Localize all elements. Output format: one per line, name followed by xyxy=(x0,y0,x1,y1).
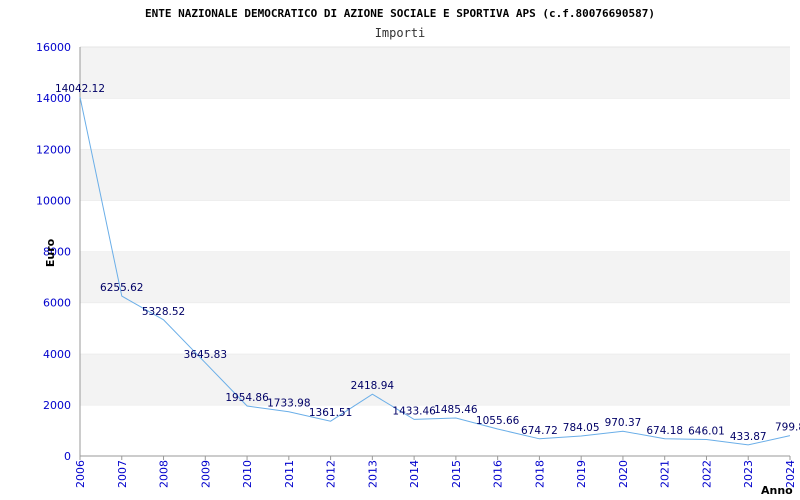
x-tick-label: 2009 xyxy=(199,460,212,488)
x-tick-label: 2012 xyxy=(325,460,338,488)
x-tick-label: 2006 xyxy=(74,460,87,488)
x-tick-label: 2011 xyxy=(283,460,296,488)
x-tick-label: 2015 xyxy=(450,460,463,488)
data-label: 1485.46 xyxy=(434,404,478,416)
data-label: 3645.83 xyxy=(184,349,227,361)
data-label: 674.72 xyxy=(521,425,558,437)
grid-band xyxy=(80,200,790,252)
data-label: 433.87 xyxy=(730,431,767,443)
data-label: 970.37 xyxy=(605,417,642,429)
y-tick-label: 16000 xyxy=(36,41,71,54)
data-label: 1055.66 xyxy=(476,415,520,427)
x-axis-ticks: 2006 2007 2008 2009 2010 2011 2012 2013 2014 2015… xyxy=(74,456,797,488)
data-label: 14042.12 xyxy=(55,83,105,95)
y-tick-label: 10000 xyxy=(36,194,71,207)
grid-band xyxy=(80,302,790,354)
grid-band xyxy=(80,149,790,201)
x-tick-label: 2014 xyxy=(408,460,421,488)
x-tick-label: 2022 xyxy=(700,460,713,488)
x-tick-label: 2008 xyxy=(158,460,171,488)
data-label: 674.18 xyxy=(646,425,683,437)
y-axis-label: Euro xyxy=(44,238,57,267)
data-label: 799.8 xyxy=(775,422,800,434)
x-tick-label: 2019 xyxy=(575,460,588,488)
x-tick-label: 2020 xyxy=(617,460,630,488)
data-label: 646.01 xyxy=(688,425,725,437)
data-label: 1733.98 xyxy=(267,398,310,410)
data-label: 1954.86 xyxy=(225,392,269,404)
y-tick-label: 0 xyxy=(64,450,71,463)
x-tick-label: 2016 xyxy=(492,460,505,488)
line-chart: ENTE NAZIONALE DEMOCRATICO DI AZIONE SOC… xyxy=(36,7,800,497)
x-tick-label: 2023 xyxy=(742,460,755,488)
chart-title: ENTE NAZIONALE DEMOCRATICO DI AZIONE SOC… xyxy=(145,7,655,20)
data-label: 6255.62 xyxy=(100,282,143,294)
grid-band xyxy=(80,251,790,303)
x-tick-label: 2021 xyxy=(659,460,672,488)
data-label: 5328.52 xyxy=(142,306,185,318)
data-label: 2418.94 xyxy=(351,380,395,392)
y-tick-label: 6000 xyxy=(43,297,71,310)
grid-band xyxy=(80,98,790,150)
data-label: 1361.51 xyxy=(309,407,352,419)
y-tick-label: 12000 xyxy=(36,143,71,156)
x-tick-label: 2013 xyxy=(366,460,379,488)
x-tick-label: 2010 xyxy=(241,460,254,488)
x-tick-label: 2018 xyxy=(533,460,546,488)
data-label: 1433.46 xyxy=(392,405,436,417)
grid-band xyxy=(80,353,790,405)
chart-subtitle: Importi xyxy=(375,26,426,40)
y-tick-label: 4000 xyxy=(43,348,71,361)
x-axis-label: Anno xyxy=(761,484,793,497)
data-label: 784.05 xyxy=(563,422,600,434)
x-tick-label: 2007 xyxy=(116,460,129,488)
grid-band xyxy=(80,47,790,99)
y-tick-label: 2000 xyxy=(43,399,71,412)
grid-bands xyxy=(80,46,790,456)
